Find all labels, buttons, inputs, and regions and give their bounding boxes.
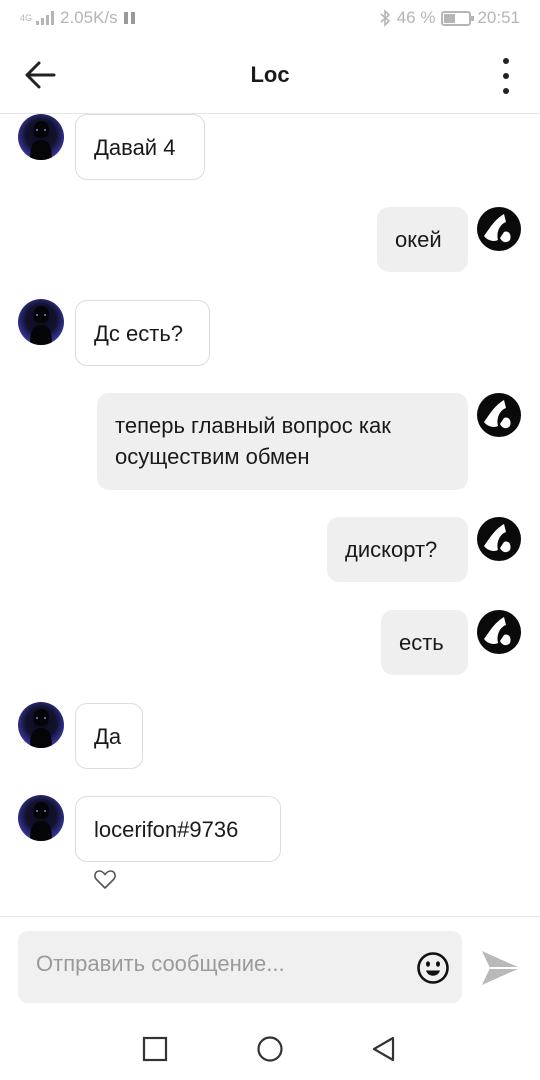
chat-title: Loc: [250, 62, 290, 87]
message-bubble-incoming[interactable]: Давай 4: [75, 114, 205, 180]
composer-bar: [0, 916, 540, 1016]
battery-percent: 46 %: [396, 8, 436, 27]
contact-avatar[interactable]: [18, 795, 64, 841]
network-speed: 2.05K/s: [60, 8, 118, 27]
message-bubble-outgoing[interactable]: есть: [381, 610, 468, 675]
message-list[interactable]: Давай 4 окей Дс есть? теперь главный воп…: [0, 114, 540, 916]
message-text: теперь главный вопрос как осуществим обм…: [115, 413, 391, 469]
contact-avatar[interactable]: [18, 299, 64, 345]
message-text: Да: [94, 723, 122, 749]
bluetooth-icon: [380, 9, 390, 27]
user-avatar[interactable]: [476, 516, 522, 562]
message-text: окей: [395, 227, 442, 252]
message-bubble-incoming[interactable]: Да: [75, 703, 143, 769]
smiley-icon[interactable]: [416, 951, 450, 985]
more-options-icon[interactable]: [500, 58, 512, 94]
message-bubble-incoming[interactable]: Дс есть?: [75, 300, 210, 366]
message-text: дискорт?: [345, 537, 438, 562]
heart-icon[interactable]: [93, 868, 117, 890]
back-triangle-icon[interactable]: [369, 1034, 399, 1064]
message-bubble-incoming[interactable]: locerifon#9736: [75, 796, 281, 862]
send-icon[interactable]: [480, 949, 522, 987]
contact-avatar[interactable]: [18, 114, 64, 160]
recents-square-icon[interactable]: [140, 1034, 170, 1064]
message-text: locerifon#9736: [94, 816, 239, 842]
message-text: Дс есть?: [94, 320, 184, 346]
message-bubble-outgoing[interactable]: теперь главный вопрос как осуществим обм…: [97, 393, 468, 490]
clock: 20:51: [477, 8, 520, 27]
message-input-container[interactable]: [18, 931, 462, 1003]
home-circle-icon[interactable]: [255, 1034, 285, 1064]
battery-icon: [441, 10, 475, 26]
system-nav-bar: [0, 1016, 540, 1080]
message-bubble-outgoing[interactable]: дискорт?: [327, 517, 468, 582]
message-bubble-outgoing[interactable]: окей: [377, 207, 468, 272]
status-bar: 4G 2.05K/s 46 % 20:51: [0, 0, 540, 36]
contact-avatar[interactable]: [18, 702, 64, 748]
pause-icon: [123, 12, 135, 24]
signal-icon: [36, 11, 54, 25]
message-input[interactable]: [36, 951, 406, 977]
message-text: есть: [399, 630, 444, 655]
app-bar: Loc: [0, 36, 540, 114]
message-text: Давай 4: [94, 134, 176, 160]
status-right: 46 % 20:51: [379, 8, 520, 28]
user-avatar[interactable]: [476, 392, 522, 438]
status-left: 4G 2.05K/s: [20, 8, 135, 28]
user-avatar[interactable]: [476, 206, 522, 252]
network-type: 4G: [20, 12, 33, 23]
user-avatar[interactable]: [476, 609, 522, 655]
